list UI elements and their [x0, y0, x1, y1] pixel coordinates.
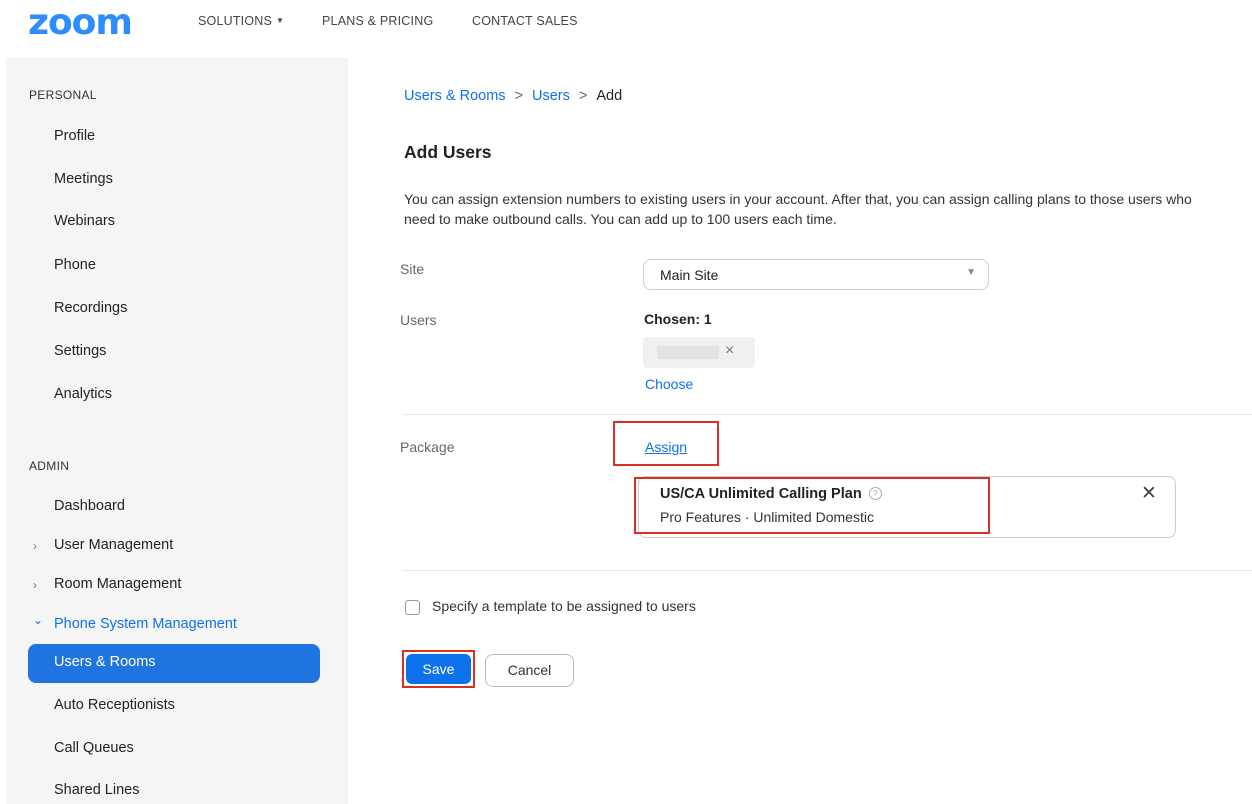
breadcrumb-separator: >	[578, 88, 588, 104]
sidebar: PERSONAL Profile Meetings Webinars Phone…	[6, 58, 348, 804]
sidebar-item-users-rooms[interactable]: Users & Rooms	[28, 644, 320, 683]
nav-contact-sales[interactable]: CONTACT SALES	[472, 14, 578, 28]
caret-down-icon: ▼	[276, 16, 285, 25]
breadcrumb: Users & Rooms > Users > Add	[404, 88, 622, 104]
chevron-right-icon: ›	[33, 578, 37, 592]
nav-solutions[interactable]: SOLUTIONS ▼	[198, 14, 284, 28]
sidebar-item-user-management[interactable]: User Management	[54, 537, 173, 553]
help-icon[interactable]: ?	[868, 486, 882, 500]
site-select[interactable]: Main Site ▼	[643, 259, 989, 290]
remove-user-icon[interactable]: ×	[725, 342, 734, 360]
cancel-button[interactable]: Cancel	[485, 654, 574, 687]
assign-package-link[interactable]: Assign	[645, 439, 687, 455]
sidebar-heading-personal: PERSONAL	[29, 88, 97, 102]
site-label: Site	[400, 261, 425, 277]
sidebar-item-call-queues[interactable]: Call Queues	[54, 740, 134, 756]
nav-plans-pricing[interactable]: PLANS & PRICING	[322, 14, 433, 28]
template-checkbox[interactable]	[405, 600, 420, 615]
sidebar-item-shared-lines[interactable]: Shared Lines	[54, 782, 139, 798]
sidebar-item-analytics[interactable]: Analytics	[54, 386, 112, 402]
breadcrumb-separator: >	[514, 88, 523, 104]
divider	[402, 414, 1252, 415]
top-navigation-bar: zoom SOLUTIONS ▼ PLANS & PRICING CONTACT …	[0, 0, 1252, 52]
sidebar-item-phone[interactable]: Phone	[54, 257, 96, 273]
sidebar-item-auto-receptionists[interactable]: Auto Receptionists	[54, 697, 175, 713]
sidebar-item-settings[interactable]: Settings	[54, 343, 106, 359]
chevron-down-icon: ▼	[966, 267, 976, 278]
main-content: Users & Rooms > Users > Add Add Users You ca…	[348, 58, 1252, 804]
page-title: Add Users	[404, 142, 492, 162]
sidebar-item-meetings[interactable]: Meetings	[54, 171, 113, 187]
breadcrumb-users[interactable]: Users	[532, 88, 570, 104]
sidebar-item-webinars[interactable]: Webinars	[54, 213, 115, 229]
plan-name-text: US/CA Unlimited Calling Plan	[660, 486, 862, 502]
chevron-down-icon: ⌄	[33, 613, 44, 627]
sidebar-item-label: Users & Rooms	[54, 654, 156, 670]
breadcrumb-users-rooms[interactable]: Users & Rooms	[404, 88, 506, 104]
chevron-right-icon: ›	[33, 539, 37, 553]
sidebar-heading-admin: ADMIN	[29, 459, 70, 473]
sidebar-item-recordings[interactable]: Recordings	[54, 300, 127, 316]
breadcrumb-current: Add	[596, 88, 623, 104]
save-button[interactable]: Save	[406, 654, 471, 684]
sidebar-item-phone-system-management[interactable]: Phone System Management	[54, 616, 237, 632]
package-plan-details: Pro Features · Unlimited Domestic	[660, 509, 874, 525]
divider	[402, 570, 1252, 571]
nav-solutions-label: SOLUTIONS	[198, 14, 273, 28]
redacted-user-name	[657, 346, 719, 359]
choose-users-link[interactable]: Choose	[645, 376, 693, 392]
package-plan-name: US/CA Unlimited Calling Plan?	[660, 486, 882, 502]
package-label: Package	[400, 439, 455, 455]
users-label: Users	[400, 312, 437, 328]
site-select-value: Main Site	[660, 267, 719, 283]
sidebar-item-profile[interactable]: Profile	[54, 128, 95, 144]
chosen-count: Chosen: 1	[644, 311, 712, 327]
sidebar-item-room-management[interactable]: Room Management	[54, 576, 181, 592]
template-checkbox-label[interactable]: Specify a template to be assigned to use…	[432, 598, 696, 614]
zoom-logo[interactable]: zoom	[28, 2, 133, 43]
remove-package-icon[interactable]: ✕	[1141, 482, 1157, 505]
page-description: You can assign extension numbers to exis…	[404, 191, 1192, 227]
selected-user-chip: ×	[643, 337, 755, 368]
sidebar-item-dashboard[interactable]: Dashboard	[54, 498, 125, 514]
